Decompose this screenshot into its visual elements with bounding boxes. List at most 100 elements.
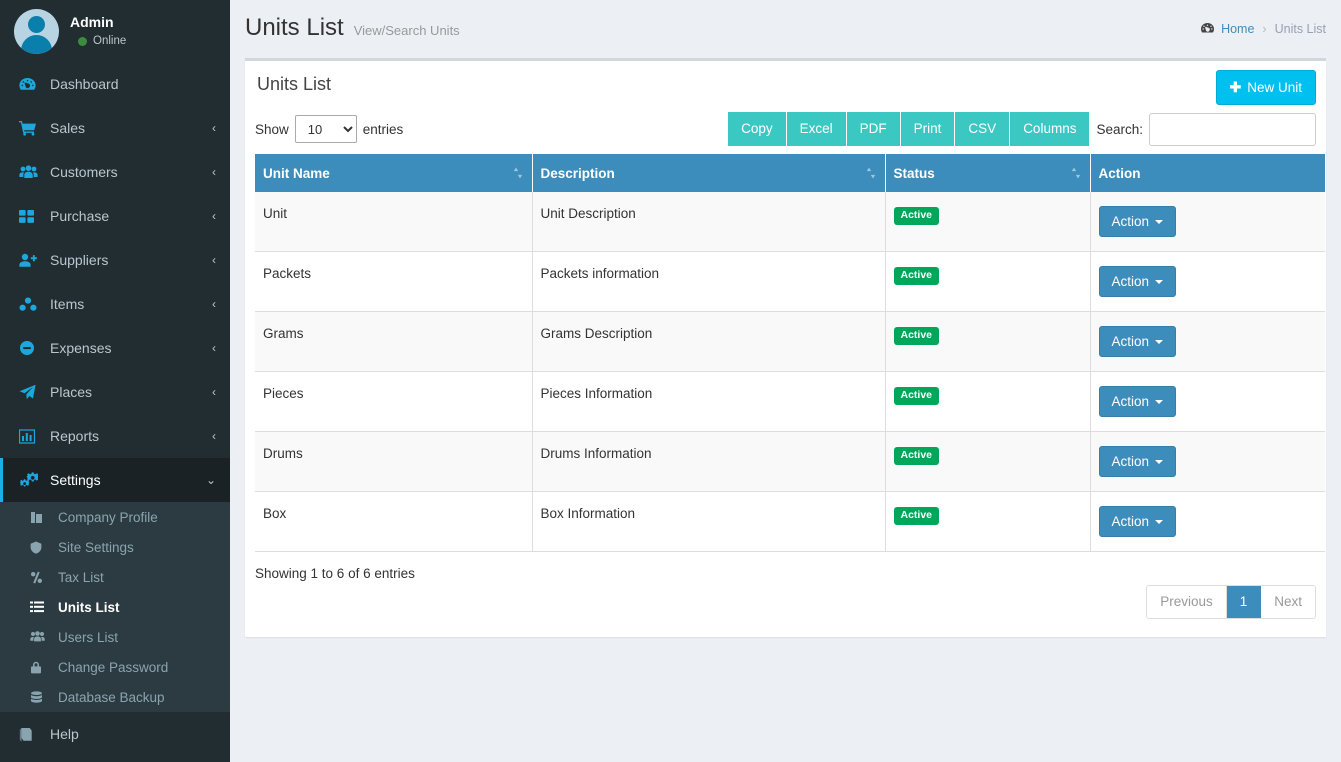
sidebar: Admin Online Dashboard Sales ‹ Customers… [0, 0, 230, 762]
sort-icon[interactable] [513, 167, 523, 180]
pagination-page-1[interactable]: 1 [1226, 586, 1262, 618]
pagination-next[interactable]: Next [1261, 586, 1315, 618]
table-row: Box Box Information Active Action [255, 491, 1325, 552]
cell-description: Pieces Information [532, 371, 886, 432]
plus-icon: ✚ [1229, 79, 1242, 95]
action-button[interactable]: Action [1098, 446, 1177, 477]
export-buttons-group: Copy Excel PDF Print CSV Columns [728, 112, 1090, 146]
status-badge: Active [893, 327, 940, 345]
cubes-icon [19, 297, 41, 312]
table-head: Unit Name Description Status Action [255, 154, 1325, 192]
search-label: Search: [1096, 121, 1143, 137]
submenu-item-units-list[interactable]: Units List [0, 592, 230, 622]
submenu-item-company-profile[interactable]: Company Profile [0, 502, 230, 532]
csv-button[interactable]: CSV [955, 112, 1011, 146]
sort-icon[interactable] [1071, 167, 1081, 180]
entries-select[interactable]: 10 25 50 100 [294, 115, 357, 143]
bar-chart-icon [19, 428, 41, 444]
submenu-item-database-backup[interactable]: Database Backup [0, 682, 230, 712]
cell-unit-name: Grams [255, 311, 533, 372]
breadcrumb-home-link[interactable]: Home [1200, 22, 1254, 36]
column-header-unit-name[interactable]: Unit Name [255, 154, 533, 192]
sidebar-item-reports[interactable]: Reports ‹ [0, 414, 230, 458]
column-header-description[interactable]: Description [532, 154, 886, 192]
home-dashboard-icon [1200, 22, 1215, 35]
cell-description: Packets information [532, 251, 886, 312]
columns-button[interactable]: Columns [1010, 112, 1090, 146]
cell-status: Active [885, 192, 1091, 252]
sort-icon[interactable] [866, 167, 876, 180]
sidebar-item-dashboard[interactable]: Dashboard [0, 62, 230, 106]
caret-down-icon [1155, 519, 1164, 524]
submenu-label: Users List [58, 629, 119, 645]
sidebar-item-label: Reports [50, 428, 100, 444]
submenu-item-users-list[interactable]: Users List [0, 622, 230, 652]
table-row: Packets Packets information Active Actio… [255, 251, 1325, 312]
caret-down-icon [1155, 279, 1164, 284]
sidebar-item-label: Items [50, 296, 85, 312]
sidebar-item-customers[interactable]: Customers ‹ [0, 150, 230, 194]
pagination: Previous 1 Next [1146, 585, 1316, 619]
action-button[interactable]: Action [1098, 206, 1177, 237]
sidebar-item-suppliers[interactable]: Suppliers ‹ [0, 238, 230, 282]
cell-unit-name: Box [255, 491, 533, 552]
sidebar-item-label: Help [50, 726, 79, 742]
sidebar-item-items[interactable]: Items ‹ [0, 282, 230, 326]
new-unit-button[interactable]: ✚ New Unit [1215, 70, 1316, 105]
shield-icon [30, 541, 50, 554]
submenu-item-change-password[interactable]: Change Password [0, 652, 230, 682]
content-header: Units List View/Search Units Home › Unit… [230, 0, 1341, 58]
cell-description: Grams Description [532, 311, 886, 372]
lock-icon [30, 661, 50, 674]
column-header-action: Action [1090, 154, 1325, 192]
sidebar-item-expenses[interactable]: Expenses ‹ [0, 326, 230, 370]
status-badge: Active [893, 447, 940, 465]
sidebar-item-purchase[interactable]: Purchase ‹ [0, 194, 230, 238]
submenu-label: Site Settings [58, 539, 134, 555]
chevron-left-icon: ‹ [212, 341, 216, 355]
datatable-footer: Showing 1 to 6 of 6 entries Previous 1 N… [255, 552, 1316, 627]
status-badge: Active [893, 267, 940, 285]
page-subtitle: View/Search Units [353, 23, 460, 38]
action-button[interactable]: Action [1098, 506, 1177, 537]
caret-down-icon [1155, 219, 1164, 224]
box-header: Units List ✚ New Unit [245, 61, 1326, 108]
pdf-button[interactable]: PDF [846, 112, 901, 146]
user-panel: Admin Online [0, 0, 230, 62]
chevron-down-icon: ⌄ [205, 473, 216, 487]
sidebar-item-sales[interactable]: Sales ‹ [0, 106, 230, 150]
breadcrumb-home-label: Home [1221, 21, 1255, 36]
action-button[interactable]: Action [1098, 386, 1177, 417]
cell-description: Unit Description [532, 192, 886, 252]
sidebar-item-settings[interactable]: Settings ⌄ Company Profile Site Settings… [0, 458, 230, 712]
search-input[interactable] [1149, 112, 1316, 146]
sidebar-item-help[interactable]: Help [0, 712, 230, 756]
sidebar-item-places[interactable]: Places ‹ [0, 370, 230, 414]
show-label: Show [255, 121, 289, 137]
status-badge: Active [893, 387, 940, 405]
print-button[interactable]: Print [900, 112, 956, 146]
cell-description: Box Information [532, 491, 886, 552]
percent-icon [30, 571, 50, 584]
action-button[interactable]: Action [1098, 266, 1177, 297]
users-icon [19, 164, 41, 180]
excel-button[interactable]: Excel [786, 112, 847, 146]
column-header-status[interactable]: Status [885, 154, 1091, 192]
units-table: Unit Name Description Status Action Unit… [255, 154, 1325, 552]
page-title: Units List [245, 14, 344, 41]
submenu-item-tax-list[interactable]: Tax List [0, 562, 230, 592]
cell-action: Action [1090, 251, 1325, 312]
action-button[interactable]: Action [1098, 326, 1177, 357]
cell-unit-name: Pieces [255, 371, 533, 432]
pagination-previous[interactable]: Previous [1147, 586, 1227, 618]
sidebar-item-label: Places [50, 384, 93, 400]
status-badge: Active [893, 207, 940, 225]
cart-icon [19, 120, 41, 136]
datatable-toolbar: Show 10 25 50 100 entries Copy Excel [255, 108, 1316, 154]
cell-unit-name: Drums [255, 431, 533, 492]
cell-description: Drums Information [532, 431, 886, 492]
paper-plane-icon [19, 384, 41, 400]
copy-button[interactable]: Copy [728, 112, 787, 146]
entries-label: entries [362, 121, 404, 137]
submenu-item-site-settings[interactable]: Site Settings [0, 532, 230, 562]
